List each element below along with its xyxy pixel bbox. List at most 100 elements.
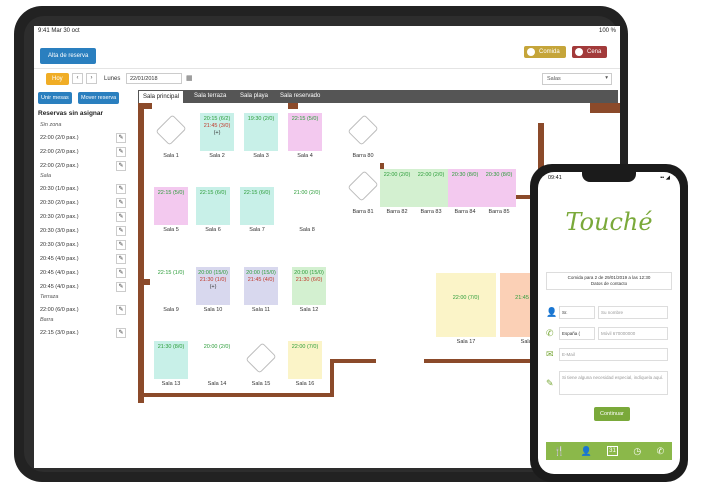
- tab-sala-principal[interactable]: Sala principal: [138, 90, 185, 103]
- booking-text: 20:30 (8/0): [451, 172, 479, 178]
- booking-text: 20:00 (15/0): [246, 270, 276, 276]
- table-sala-14[interactable]: 20:00 (2/0) Sala 14: [200, 341, 234, 389]
- table-sala-7[interactable]: 22:15 (6/0) Sala 7: [240, 187, 274, 235]
- booking-text: 22:00 (7/0): [291, 344, 319, 350]
- wall: [138, 393, 334, 397]
- mover-reserva-button[interactable]: Mover reserva: [78, 92, 120, 104]
- table-barra-84[interactable]: 20:30 (8/0) Barra 84: [448, 169, 482, 217]
- edit-icon[interactable]: ✎: [116, 327, 126, 338]
- unassigned-reservation[interactable]: 20:45 (4/0 pax.) ✎: [40, 280, 128, 293]
- mobile-input[interactable]: Móvil 670000000: [598, 326, 668, 340]
- phone-frame: 09:41 ▪▪ ◢ Touché Comida para 2 de 29/01…: [530, 164, 688, 482]
- radio-icon: [527, 48, 535, 56]
- phone-icon[interactable]: ✆: [657, 446, 665, 457]
- salas-select[interactable]: Salas ▾: [542, 73, 612, 85]
- table-sala-10[interactable]: 20:00 (15/0) 21:30 (1/0) (+) Sala 10: [196, 267, 230, 315]
- table-name: Sala 2: [209, 153, 225, 159]
- cena-toggle[interactable]: Cena: [572, 46, 608, 58]
- table-sala-12[interactable]: 20:00 (15/0) 21:30 (6/0) Sala 12: [292, 267, 326, 315]
- chevron-right-icon[interactable]: ›: [86, 73, 97, 84]
- table-sala-9[interactable]: 22:15 (1/0) Sala 9: [154, 267, 188, 315]
- date-input[interactable]: 22/01/2018: [126, 73, 182, 84]
- unassigned-reservation[interactable]: 20:30 (2/0 pax.) ✎: [40, 210, 128, 223]
- booking-text: 21:30 (8/0): [157, 344, 185, 350]
- notes-textarea[interactable]: Si tiene alguna necesidad especial, indí…: [559, 371, 668, 395]
- hoy-button[interactable]: Hoy: [46, 73, 69, 85]
- table-barra-81[interactable]: Barra 81: [346, 169, 380, 217]
- calendar-icon[interactable]: ▦: [186, 74, 193, 82]
- calendar-icon[interactable]: 31: [607, 446, 618, 456]
- clock-icon[interactable]: ◷: [633, 446, 641, 457]
- unassigned-reservation[interactable]: 22:15 (3/0 pax.) ✎: [40, 326, 128, 339]
- unassigned-reservation[interactable]: 20:30 (2/0 pax.) ✎: [40, 196, 128, 209]
- table-barra-83[interactable]: 22:00 (2/0) Barra 83: [414, 169, 448, 217]
- email-input[interactable]: E-Mail: [559, 347, 668, 361]
- tab-sala-playa[interactable]: Sala playa: [236, 90, 272, 103]
- ipad-status-bar: 9:41 Mar 30 oct 100 %: [34, 26, 620, 38]
- unassigned-reservation[interactable]: 20:45 (4/0 pax.) ✎: [40, 266, 128, 279]
- unir-mesas-button[interactable]: Unir mesas: [38, 92, 72, 104]
- alta-reserva-button[interactable]: Alta de reserva: [40, 48, 97, 64]
- table-barra-82[interactable]: 22:00 (2/0) Barra 82: [380, 169, 414, 217]
- comida-toggle[interactable]: Comida: [524, 46, 566, 58]
- edit-icon[interactable]: ✎: [116, 239, 126, 250]
- edit-icon[interactable]: ✎: [116, 183, 126, 194]
- edit-icon[interactable]: ✎: [116, 211, 126, 222]
- name-input[interactable]: Su nombre: [598, 305, 668, 319]
- edit-icon[interactable]: ✎: [116, 253, 126, 264]
- table-name: Sala 15: [251, 381, 271, 387]
- unassigned-reservation[interactable]: 22:00 (2/0 pax.) ✎: [40, 145, 128, 158]
- table-name: Barra 80: [352, 153, 374, 159]
- reservation-time: 20:45 (4/0 pax.): [40, 255, 79, 262]
- user-icon[interactable]: 👤: [580, 446, 591, 457]
- wall: [138, 103, 144, 403]
- table-sala-3[interactable]: 19:30 (2/0) Sala 3: [244, 113, 278, 161]
- status-time: 9:41 Mar 30 oct: [38, 28, 80, 34]
- cutlery-icon[interactable]: 🍴: [554, 446, 565, 457]
- table-surface: 22:15 (5/0): [154, 187, 188, 225]
- title-select[interactable]: Sr.: [559, 305, 595, 319]
- unassigned-reservation[interactable]: 22:00 (2/0 pax.) ✎: [40, 131, 128, 144]
- unassigned-reservation[interactable]: 22:00 (2/0 pax.) ✎: [40, 159, 128, 172]
- table-name: Sala 6: [205, 227, 221, 233]
- edit-icon[interactable]: ✎: [116, 146, 126, 157]
- table-barra-80[interactable]: Barra 80: [346, 113, 380, 161]
- edit-icon[interactable]: ✎: [116, 225, 126, 236]
- table-sala-17[interactable]: 22:00 (7/0) Sala 17: [436, 273, 496, 349]
- edit-icon[interactable]: ✎: [116, 132, 126, 143]
- table-sala-5[interactable]: 22:15 (5/0) Sala 5: [154, 187, 188, 235]
- table-sala-11[interactable]: 20:00 (15/0) 21:45 (4/0) Sala 11: [244, 267, 278, 315]
- edit-icon[interactable]: ✎: [116, 197, 126, 208]
- table-sala-13[interactable]: 21:30 (8/0) Sala 13: [154, 341, 188, 389]
- country-select[interactable]: España (: [559, 326, 595, 340]
- unassigned-reservation[interactable]: 20:30 (1/0 pax.) ✎: [40, 182, 128, 195]
- unassigned-reservation[interactable]: 20:45 (4/0 pax.) ✎: [40, 252, 128, 265]
- chevron-left-icon[interactable]: ‹: [72, 73, 83, 84]
- table-sala-16[interactable]: 22:00 (7/0) Sala 16: [288, 341, 322, 389]
- reservation-time: 22:00 (2/0 pax.): [40, 162, 79, 169]
- edit-icon[interactable]: ✎: [116, 267, 126, 278]
- edit-icon[interactable]: ✎: [116, 281, 126, 292]
- unassigned-reservation[interactable]: 20:30 (3/0 pax.) ✎: [40, 224, 128, 237]
- table-sala-4[interactable]: 22:15 (5/0) Sala 4: [288, 113, 322, 161]
- continuar-button[interactable]: Continuar: [594, 407, 630, 421]
- unassigned-reservation[interactable]: 20:30 (3/0 pax.) ✎: [40, 238, 128, 251]
- table-barra-85[interactable]: 20:30 (8/0) Barra 85: [482, 169, 516, 217]
- table-sala-6[interactable]: 22:15 (6/0) Sala 6: [196, 187, 230, 235]
- edit-icon[interactable]: ✎: [116, 160, 126, 171]
- table-name: Sala 12: [299, 307, 319, 313]
- table-sala-2[interactable]: 20:15 (6/2) 21:45 (3/0) (+) Sala 2: [200, 113, 234, 161]
- edit-icon[interactable]: ✎: [116, 304, 126, 315]
- table-sala-8[interactable]: 21:00 (2/0) Sala 8: [290, 187, 324, 235]
- table-sala-15[interactable]: Sala 15: [244, 341, 278, 389]
- booking-text: 22:15 (6/0): [243, 190, 271, 196]
- table-surface: 22:00 (2/0): [414, 169, 448, 207]
- table-surface: 20:15 (6/2) 21:45 (3/0) (+): [200, 113, 234, 151]
- table-name: Sala 17: [456, 339, 476, 345]
- reservation-time: 20:30 (2/0 pax.): [40, 199, 79, 206]
- table-sala-1[interactable]: Sala 1: [154, 113, 188, 161]
- tab-sala-reservado[interactable]: Sala reservado: [276, 90, 324, 103]
- unassigned-reservation[interactable]: 22:00 (6/0 pax.) ✎: [40, 303, 128, 316]
- phone-row: ✆ España ( Móvil 670000000: [546, 326, 672, 340]
- tab-sala-terraza[interactable]: Sala terraza: [190, 90, 230, 103]
